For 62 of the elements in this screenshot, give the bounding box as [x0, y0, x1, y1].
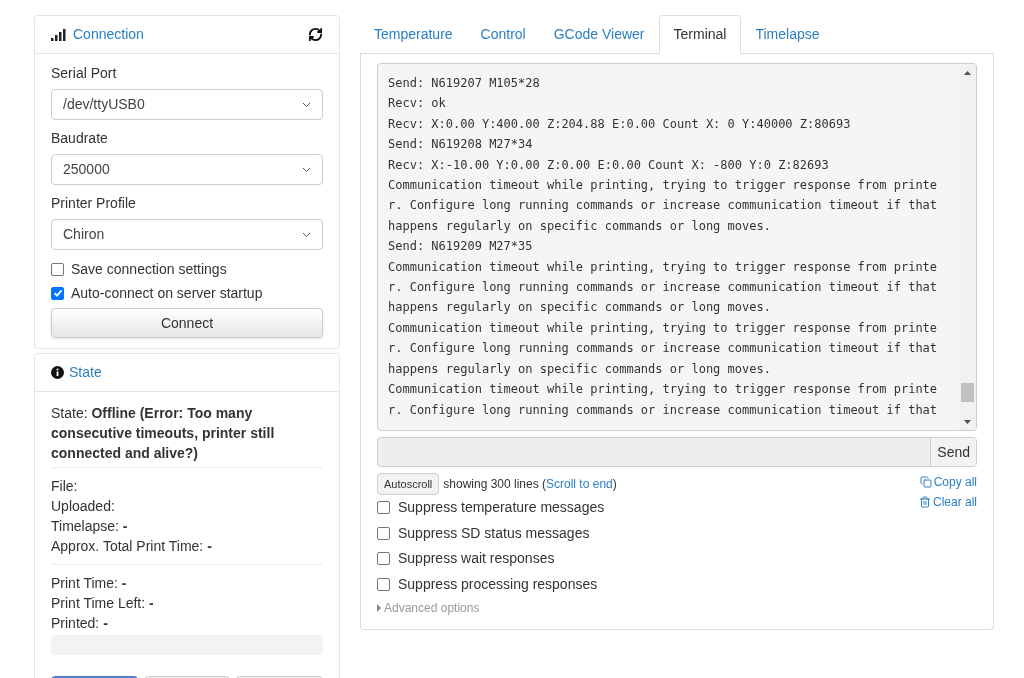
log-line: Send: N619207 M105*28 — [388, 75, 541, 92]
line-count-text: showing 300 lines (Scroll to end) — [443, 476, 617, 493]
info-text: Print Time Left: - — [51, 594, 155, 613]
chevron-down-icon — [302, 231, 311, 238]
checkbox-label: Suppress processing responses — [398, 574, 598, 594]
send-button[interactable]: Send — [930, 438, 976, 466]
checkbox[interactable] — [377, 577, 390, 591]
log-line: Communication timeout while printing, trying to trigger response from printer. Configure long running commands or increase communication timeout if that happens regularly on specific commands or long moves. — [388, 258, 938, 317]
tab[interactable]: GCode Viewer — [539, 15, 659, 53]
state-text: State: Offline (Error: Too many consecutive timeouts, printer still connected and alive?) — [51, 403, 323, 468]
trash-icon — [919, 496, 931, 508]
copy-all-link[interactable]: Copy all — [919, 473, 977, 491]
select-field[interactable]: /dev/ttyUSB0 — [51, 89, 323, 120]
info-text: Timelapse: - — [51, 517, 129, 536]
tab[interactable]: Timelapse — [741, 15, 834, 53]
log-line: Communication timeout while printing, trying to trigger response from printer. Configure long running commands or increase communication timeout if that happens regularly on specific commands or long moves. — [388, 177, 938, 235]
info-text: Printed: - — [51, 614, 109, 633]
signal-icon — [51, 28, 69, 41]
log-line: Communication timeout while printing, trying to trigger response from printer. Configure long running commands or increase communication timeout if that happens regularly on specific commands or long moves. — [388, 319, 938, 378]
copy-icon — [919, 476, 932, 488]
checkbox-label: Suppress temperature messages — [398, 498, 605, 518]
log-line: Recv: ok — [388, 95, 447, 113]
clear-all-link[interactable]: Clear all — [919, 493, 977, 511]
info-text: Approx. Total Print Time: - — [51, 537, 213, 556]
log-line: Send: N619208 M27*34 — [388, 136, 534, 154]
checkbox[interactable] — [377, 526, 390, 540]
field-label: Baudrate — [51, 129, 109, 148]
info-icon — [51, 366, 64, 379]
info-text: Uploaded: — [51, 497, 116, 516]
tab[interactable]: Temperature — [360, 15, 467, 53]
log-line: Recv: X:0.00 Y:400.00 Z:204.88 E:0.00 Count X: 0 Y:40000 Z:80693 — [388, 115, 852, 133]
panel-title[interactable]: Connection — [73, 24, 144, 45]
refresh-icon[interactable] — [308, 27, 323, 42]
field-label: Printer Profile — [51, 194, 137, 213]
checkbox-label: Suppress SD status messages — [398, 523, 590, 543]
field-label: Serial Port — [51, 64, 118, 83]
panel-title[interactable]: State — [69, 362, 102, 383]
select-field[interactable]: Chiron — [51, 219, 323, 250]
log-line: Recv: X:-10.00 Y:0.00 Z:0.00 E:0.00 Count X: -800 Y:0 Z:82693 — [388, 156, 830, 174]
checkbox-label: Auto-connect on server startup — [71, 283, 263, 303]
checkbox-label: Suppress wait responses — [398, 549, 555, 569]
tab[interactable]: Terminal — [658, 15, 742, 54]
chevron-down-icon — [302, 166, 311, 173]
caret-icon — [377, 604, 381, 612]
checkbox-label: Save connection settings — [71, 259, 227, 279]
checkbox[interactable] — [51, 262, 64, 276]
checkbox[interactable] — [377, 552, 390, 566]
scroll-link[interactable]: Scroll to end — [546, 477, 613, 491]
chevron-down-icon — [302, 101, 311, 108]
checkbox[interactable] — [377, 501, 390, 515]
advanced-options-link[interactable]: Advanced options — [384, 599, 480, 617]
tab[interactable]: Control — [466, 15, 540, 53]
checkbox[interactable] — [51, 286, 64, 300]
log-line: Send: N619209 M27*35 — [388, 238, 534, 256]
select-field[interactable]: 250000 — [51, 154, 323, 185]
info-text: File: — [51, 477, 79, 496]
autoscroll-button[interactable]: Autoscroll — [377, 473, 440, 495]
scrollbar[interactable] — [959, 64, 976, 430]
connect-button[interactable]: Connect — [51, 308, 323, 338]
command-field[interactable]: Send — [377, 437, 977, 467]
log-line: Communication timeout while printing, trying to trigger response from printer. Configure long running commands or increase communication timeout if that — [388, 381, 938, 419]
info-text: Print Time: - — [51, 574, 128, 593]
